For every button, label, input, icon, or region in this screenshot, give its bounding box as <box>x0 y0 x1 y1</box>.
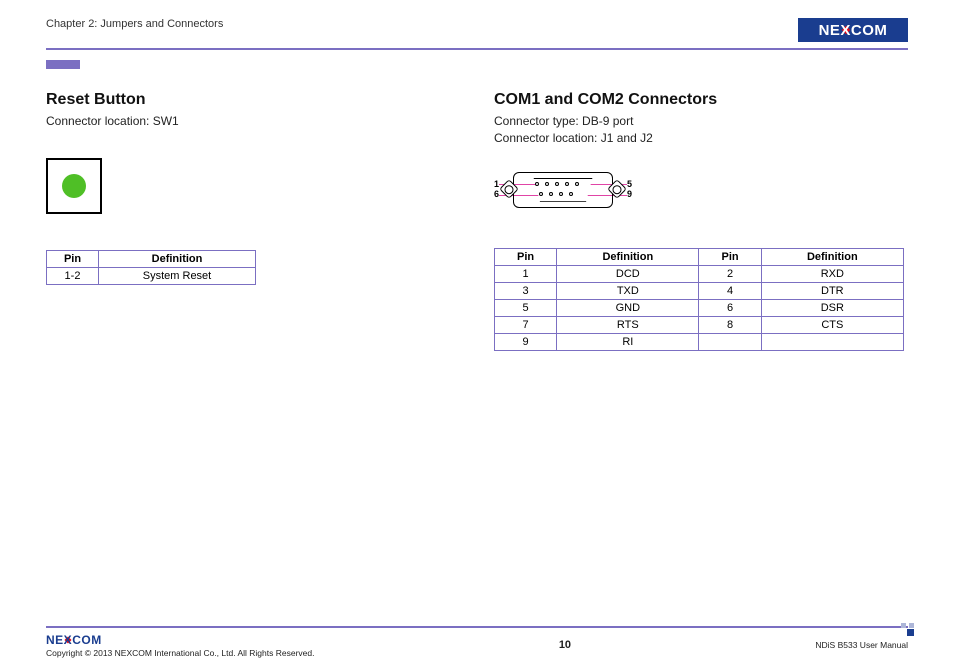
table-header-row: Pin Definition Pin Definition <box>495 248 904 265</box>
reset-button-diagram <box>46 158 102 214</box>
page-number: 10 <box>559 639 571 651</box>
table-row: 3TXD4DTR <box>495 282 904 299</box>
table-row: 1-2 System Reset <box>47 268 256 285</box>
db9-right-labels: 5 9 <box>627 180 632 200</box>
com-location: Connector location: J1 and J2 <box>494 130 908 147</box>
com-heading: COM1 and COM2 Connectors <box>494 91 908 109</box>
table-row: 7RTS8CTS <box>495 316 904 333</box>
right-column: COM1 and COM2 Connectors Connector type:… <box>490 91 908 351</box>
th-def: Definition <box>99 251 256 268</box>
page-footer: NEXCOM Copyright © 2013 NEXCOM Internati… <box>46 626 908 658</box>
footer-rule <box>46 626 908 628</box>
copyright-text: Copyright © 2013 NEXCOM International Co… <box>46 648 314 658</box>
reset-button-heading: Reset Button <box>46 91 460 109</box>
com-pin-table: Pin Definition Pin Definition 1DCD2RXD 3… <box>494 248 904 351</box>
table-row: 1DCD2RXD <box>495 265 904 282</box>
reset-button-dot-icon <box>62 174 86 198</box>
brand-logo: NEXCOM <box>798 18 908 42</box>
footer-logo: NEXCOM <box>46 632 112 647</box>
table-header-row: Pin Definition <box>47 251 256 268</box>
th-pin: Pin <box>47 251 99 268</box>
reset-button-location: Connector location: SW1 <box>46 113 460 130</box>
table-row: 9RI <box>495 333 904 350</box>
reset-pin-table: Pin Definition 1-2 System Reset <box>46 250 256 285</box>
footer-corner-icon <box>900 622 914 636</box>
content-columns: Reset Button Connector location: SW1 Pin… <box>46 91 908 351</box>
table-row: 5GND6DSR <box>495 299 904 316</box>
db9-diagram: 1 6 5 9 <box>494 168 908 212</box>
manual-name: NDiS B533 User Manual <box>815 640 908 650</box>
page-header: Chapter 2: Jumpers and Connectors NEXCOM <box>46 18 908 42</box>
section-tab-mark <box>46 60 80 69</box>
chapter-title: Chapter 2: Jumpers and Connectors <box>46 18 223 30</box>
left-column: Reset Button Connector location: SW1 Pin… <box>46 91 490 351</box>
com-type: Connector type: DB-9 port <box>494 113 908 130</box>
db9-connector-icon <box>503 168 623 212</box>
header-rule <box>46 48 908 50</box>
